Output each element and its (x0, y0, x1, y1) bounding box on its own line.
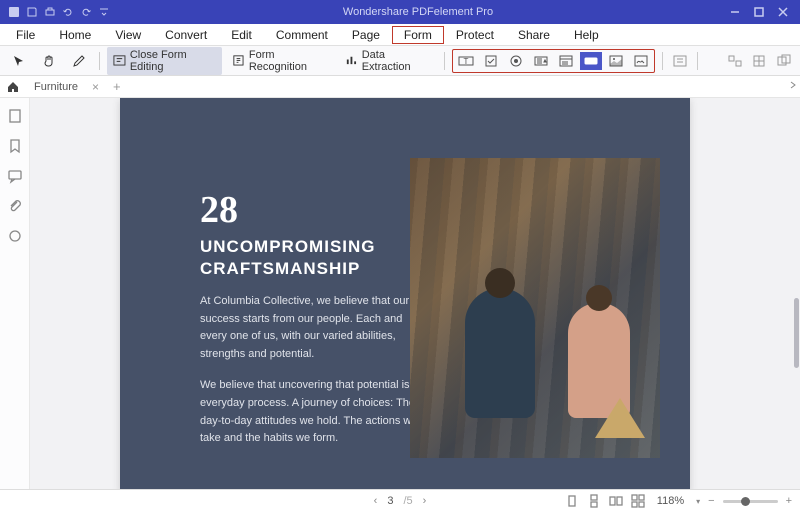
image-field-tool[interactable] (605, 52, 627, 70)
undo-icon[interactable] (62, 6, 74, 18)
print-icon[interactable] (44, 6, 56, 18)
zoom-level[interactable]: 118% (657, 495, 684, 507)
scrollbar-thumb[interactable] (794, 298, 799, 368)
listbox-tool[interactable] (555, 52, 577, 70)
tool-extra-2[interactable] (725, 52, 745, 70)
single-page-view-icon[interactable] (565, 494, 579, 508)
page-navigator: ‹ 3 /5 › (374, 495, 427, 507)
home-icon[interactable] (6, 80, 20, 94)
checkbox-tool[interactable] (480, 52, 502, 70)
save-icon[interactable] (26, 6, 38, 18)
thumbnails-icon[interactable] (7, 108, 23, 124)
grid-view-icon[interactable] (631, 494, 645, 508)
close-icon[interactable] (778, 7, 788, 17)
new-tab-icon[interactable]: + (113, 79, 121, 94)
menu-page[interactable]: Page (340, 26, 392, 44)
close-form-editing-button[interactable]: Close Form Editing (107, 47, 222, 75)
bookmarks-icon[interactable] (7, 138, 23, 154)
maximize-icon[interactable] (754, 7, 764, 17)
next-page-icon[interactable]: › (423, 495, 427, 507)
page-image (410, 158, 660, 458)
hand-tool[interactable] (36, 52, 62, 70)
form-toolbar: Close Form Editing Form Recognition Data… (0, 46, 800, 76)
page-heading: UNCOMPROMISING CRAFTSMANSHIP (200, 236, 376, 280)
work-area: 28 UNCOMPROMISING CRAFTSMANSHIP At Colum… (0, 98, 800, 489)
title-bar: Wondershare PDFelement Pro (0, 0, 800, 24)
menu-protect[interactable]: Protect (444, 26, 506, 44)
search-panel-icon[interactable] (7, 228, 23, 244)
left-sidebar (0, 98, 30, 489)
tab-furniture[interactable]: Furniture (28, 81, 84, 93)
qat-dropdown-icon[interactable] (98, 6, 110, 18)
zoom-slider-thumb[interactable] (741, 497, 750, 506)
separator (99, 52, 100, 70)
document-canvas[interactable]: 28 UNCOMPROMISING CRAFTSMANSHIP At Colum… (30, 98, 800, 489)
data-extraction-button[interactable]: Data Extraction (339, 47, 437, 75)
menu-file[interactable]: File (4, 26, 47, 44)
document-tab-strip: Furniture × + (0, 76, 800, 98)
svg-text:T: T (463, 57, 468, 66)
figure-triangle-ruler (595, 398, 645, 438)
pdf-page: 28 UNCOMPROMISING CRAFTSMANSHIP At Colum… (120, 98, 690, 489)
toolbar-overflow-icon[interactable] (788, 80, 798, 90)
minimize-icon[interactable] (730, 7, 740, 17)
edit-tool[interactable] (66, 52, 92, 70)
menu-share[interactable]: Share (506, 26, 562, 44)
page-current[interactable]: 3 (387, 495, 393, 507)
figure-worker-1 (465, 288, 535, 418)
menu-home[interactable]: Home (47, 26, 103, 44)
attachments-icon[interactable] (7, 198, 23, 214)
separator (662, 52, 663, 70)
zoom-out-icon[interactable]: − (708, 495, 714, 507)
zoom-in-icon[interactable]: + (786, 495, 792, 507)
menu-convert[interactable]: Convert (153, 26, 219, 44)
menu-help[interactable]: Help (562, 26, 611, 44)
dropdown-tool[interactable] (530, 52, 552, 70)
page-number-heading: 28 (200, 188, 238, 232)
two-page-view-icon[interactable] (609, 494, 623, 508)
separator (697, 52, 698, 70)
menu-bar: File Home View Convert Edit Comment Page… (0, 24, 800, 46)
comments-icon[interactable] (7, 168, 23, 184)
menu-comment[interactable]: Comment (264, 26, 340, 44)
form-recognition-button[interactable]: Form Recognition (226, 47, 335, 75)
signature-field-tool[interactable] (630, 52, 652, 70)
menu-view[interactable]: View (103, 26, 153, 44)
svg-text:OK: OK (587, 59, 595, 65)
continuous-view-icon[interactable] (587, 494, 601, 508)
zoom-slider[interactable] (723, 500, 778, 503)
status-bar: ‹ 3 /5 › 118% ▾ − + (0, 489, 800, 512)
radio-tool[interactable] (505, 52, 527, 70)
text-field-tool[interactable]: T (455, 52, 477, 70)
redo-icon[interactable] (80, 6, 92, 18)
page-total: /5 (403, 495, 412, 507)
app-icon (8, 6, 20, 18)
tool-extra-3[interactable] (749, 52, 769, 70)
app-title: Wondershare PDFelement Pro (118, 6, 718, 18)
form-field-tools-group: T OK (452, 49, 655, 73)
button-field-tool[interactable]: OK (580, 52, 602, 70)
tool-extra-1[interactable] (670, 52, 690, 70)
zoom-dropdown-icon[interactable]: ▾ (696, 497, 700, 506)
menu-edit[interactable]: Edit (219, 26, 264, 44)
page-body-text: At Columbia Collective, we believe that … (200, 293, 430, 462)
tool-extra-4[interactable] (774, 52, 794, 70)
select-tool[interactable] (6, 52, 32, 70)
menu-form[interactable]: Form (392, 26, 444, 44)
prev-page-icon[interactable]: ‹ (374, 495, 378, 507)
separator (444, 52, 445, 70)
tab-close-icon[interactable]: × (92, 80, 99, 94)
